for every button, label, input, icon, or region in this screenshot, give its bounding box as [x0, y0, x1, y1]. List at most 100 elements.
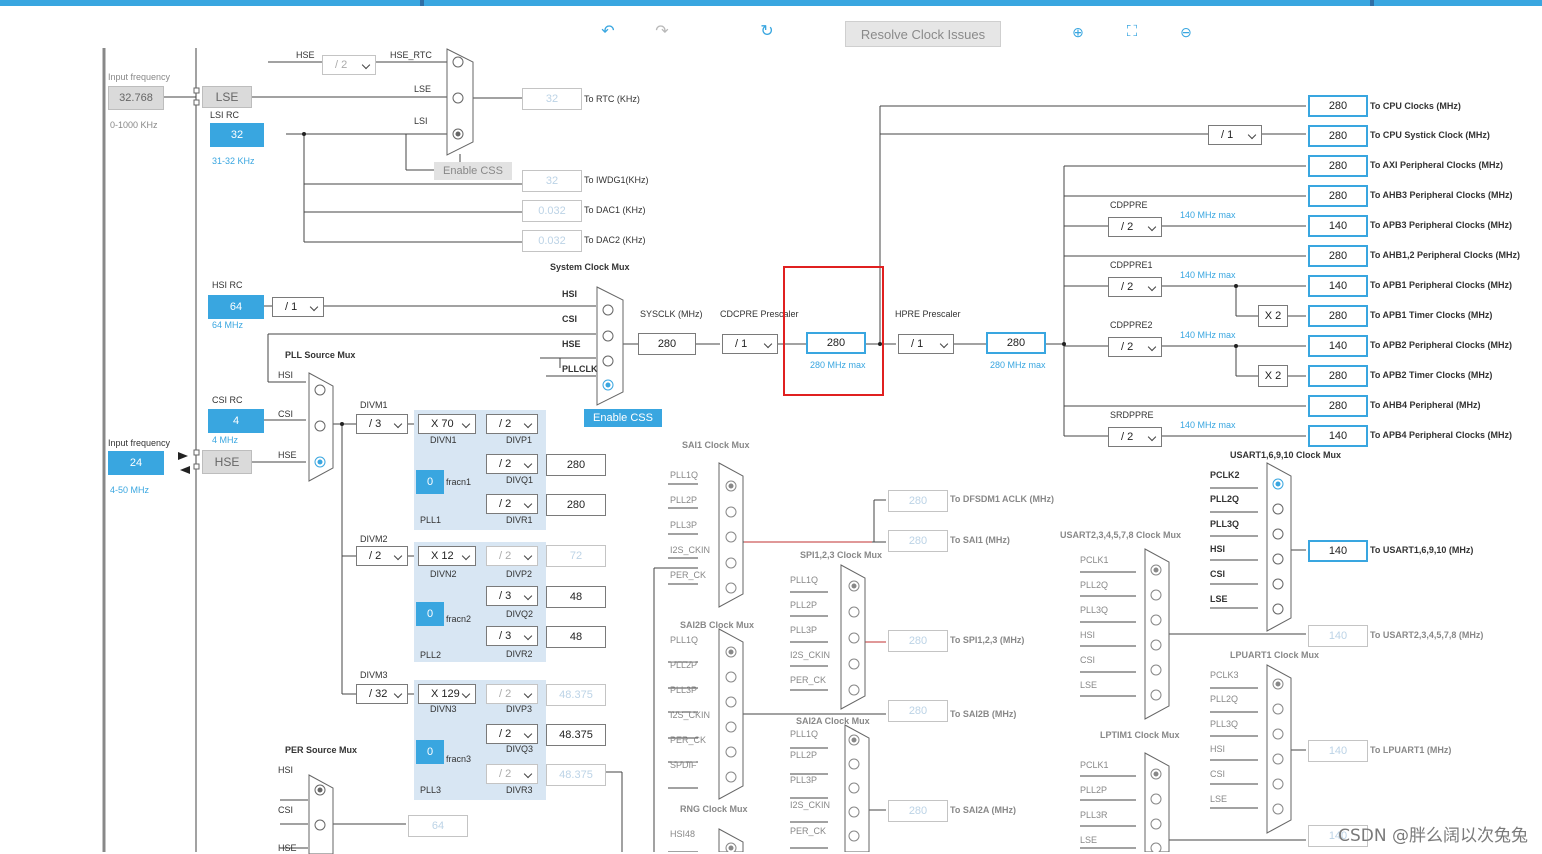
divr2-select[interactable]: / 3	[486, 626, 538, 646]
rtc-hse-label: HSE	[296, 50, 315, 60]
dac1-output-value[interactable]: 0.032	[522, 200, 582, 222]
hsi-divider-select[interactable]: / 1	[272, 297, 324, 317]
dfsdm-output-value[interactable]: 280	[888, 490, 948, 512]
divp3-select[interactable]: / 2	[486, 684, 538, 704]
usart16-output-value[interactable]: 140	[1308, 540, 1368, 562]
output-value-apb1-timer[interactable]: 280	[1308, 305, 1368, 327]
usart23-output-value[interactable]: 140	[1308, 625, 1368, 647]
lse-frequency-input[interactable]: 32.768	[108, 86, 164, 110]
lpuart-clock-mux[interactable]	[1266, 664, 1292, 834]
cdppre2-label: CDPPRE2	[1110, 320, 1153, 330]
srdppre-select[interactable]: / 2	[1108, 427, 1162, 447]
rtc-hse-divider-select[interactable]: / 2	[322, 55, 376, 75]
output-label-apb3: To APB3 Peripheral Clocks (MHz)	[1370, 220, 1513, 230]
divq2-select[interactable]: / 3	[486, 586, 538, 606]
divp3-output[interactable]: 48.375	[546, 684, 606, 706]
divm1-select[interactable]: / 3	[356, 414, 408, 434]
output-value-systick[interactable]: 280	[1308, 125, 1368, 147]
output-value-apb2[interactable]: 140	[1308, 335, 1368, 357]
iwdg-output-value[interactable]: 32	[522, 170, 582, 192]
cdppre1-select[interactable]: / 2	[1108, 277, 1162, 297]
divm2-select[interactable]: / 2	[356, 546, 408, 566]
divn2-select[interactable]: X 12	[418, 546, 476, 566]
usart23-clock-mux-title: USART2,3,4,5,7,8 Clock Mux	[1060, 530, 1182, 540]
hpre-output-value[interactable]: 280	[986, 332, 1046, 354]
divp2-select[interactable]: / 2	[486, 546, 538, 566]
divq1-output[interactable]: 280	[546, 454, 606, 476]
cdppre2-select[interactable]: / 2	[1108, 337, 1162, 357]
divn1-label: DIVN1	[430, 435, 457, 445]
output-value-cpu[interactable]: 280	[1308, 95, 1368, 117]
output-value-apb1[interactable]: 140	[1308, 275, 1368, 297]
zoom-out-icon[interactable]: ⊖	[1176, 22, 1196, 42]
output-value-ahb4[interactable]: 280	[1308, 395, 1368, 417]
system-clock-mux[interactable]	[596, 286, 624, 406]
refresh-icon[interactable]: ↻	[757, 22, 777, 42]
resolve-clock-issues-button[interactable]: Resolve Clock Issues	[845, 21, 1001, 47]
zoom-in-icon[interactable]: ⊕	[1068, 22, 1088, 42]
lptim-clock-mux[interactable]	[1144, 752, 1170, 852]
lsi-rc-value[interactable]: 32	[210, 123, 264, 147]
divq2-output[interactable]: 48	[546, 586, 606, 608]
sysclk-label: SYSCLK (MHz)	[640, 309, 703, 319]
divn1-select[interactable]: X 70	[418, 414, 476, 434]
usart16-clock-mux[interactable]	[1266, 462, 1292, 632]
rng-clock-mux[interactable]	[718, 828, 744, 852]
sysclk-value[interactable]: 280	[638, 333, 696, 355]
sai1-clock-mux[interactable]	[718, 462, 744, 608]
lse-oscillator[interactable]: LSE	[202, 86, 252, 108]
divn3-select[interactable]: X 129	[418, 684, 476, 704]
output-value-apb3[interactable]: 140	[1308, 215, 1368, 237]
hse-frequency-input[interactable]: 24	[108, 451, 164, 475]
rtc-clock-mux[interactable]	[446, 48, 474, 156]
sai2a-clock-mux[interactable]	[844, 724, 870, 852]
csi-rc-value[interactable]: 4	[208, 409, 264, 433]
rtc-enable-css-button[interactable]: Enable CSS	[434, 162, 512, 180]
spi-output-value[interactable]: 280	[888, 630, 948, 652]
output-value-ahb12[interactable]: 280	[1308, 245, 1368, 267]
output-value-apb2-timer[interactable]: 280	[1308, 365, 1368, 387]
system-enable-css-button[interactable]: Enable CSS	[584, 409, 662, 427]
divm3-select[interactable]: / 32	[356, 684, 408, 704]
rtc-output-value[interactable]: 32	[522, 88, 582, 110]
per-source-mux[interactable]	[308, 774, 334, 854]
spi-in-i2s-ckin: I2S_CKIN	[790, 650, 831, 660]
divr1-select[interactable]: / 2	[486, 494, 538, 514]
hse-range-label: 4-50 MHz	[110, 485, 150, 495]
output-value-axi[interactable]: 280	[1308, 155, 1368, 177]
fit-to-screen-icon[interactable]: ⛶	[1122, 22, 1142, 42]
divp2-output[interactable]: 72	[546, 545, 606, 567]
redo-icon[interactable]: ↷	[652, 22, 672, 42]
divr3-select[interactable]: / 2	[486, 764, 538, 784]
fracn2-value[interactable]: 0	[416, 602, 444, 626]
output-value-apb4[interactable]: 140	[1308, 425, 1368, 447]
divr2-output[interactable]: 48	[546, 626, 606, 648]
sai2b-output-value[interactable]: 280	[888, 700, 948, 722]
cdcpre-prescaler-select[interactable]: / 1	[722, 334, 778, 354]
hsi-rc-value[interactable]: 64	[208, 295, 264, 319]
undo-icon[interactable]: ↶	[598, 22, 618, 42]
fracn3-value[interactable]: 0	[416, 740, 444, 764]
cdppre-select[interactable]: / 2	[1108, 217, 1162, 237]
hse-oscillator[interactable]: HSE	[202, 450, 252, 474]
pll-source-mux-title: PLL Source Mux	[285, 350, 356, 360]
spi-clock-mux[interactable]	[840, 564, 866, 710]
pll-source-mux[interactable]	[308, 372, 334, 482]
divq1-select[interactable]: / 2	[486, 454, 538, 474]
divr1-output[interactable]: 280	[546, 494, 606, 516]
usart23-clock-mux[interactable]	[1144, 548, 1170, 720]
sai2a-output-value[interactable]: 280	[888, 800, 948, 822]
sai1-output-value[interactable]: 280	[888, 530, 948, 552]
divr3-output[interactable]: 48.375	[546, 764, 606, 786]
divq3-select[interactable]: / 2	[486, 724, 538, 744]
fracn1-value[interactable]: 0	[416, 470, 444, 494]
lpuart-output-value[interactable]: 140	[1308, 740, 1368, 762]
sai2b-clock-mux[interactable]	[718, 628, 744, 800]
hpre-prescaler-select[interactable]: / 1	[898, 334, 954, 354]
dac2-output-value[interactable]: 0.032	[522, 230, 582, 252]
per-clock-output[interactable]: 64	[408, 815, 468, 837]
divq3-output[interactable]: 48.375	[546, 724, 606, 746]
divp1-select[interactable]: / 2	[486, 414, 538, 434]
systick-divider-select[interactable]: / 1	[1208, 125, 1262, 145]
output-value-ahb3[interactable]: 280	[1308, 185, 1368, 207]
